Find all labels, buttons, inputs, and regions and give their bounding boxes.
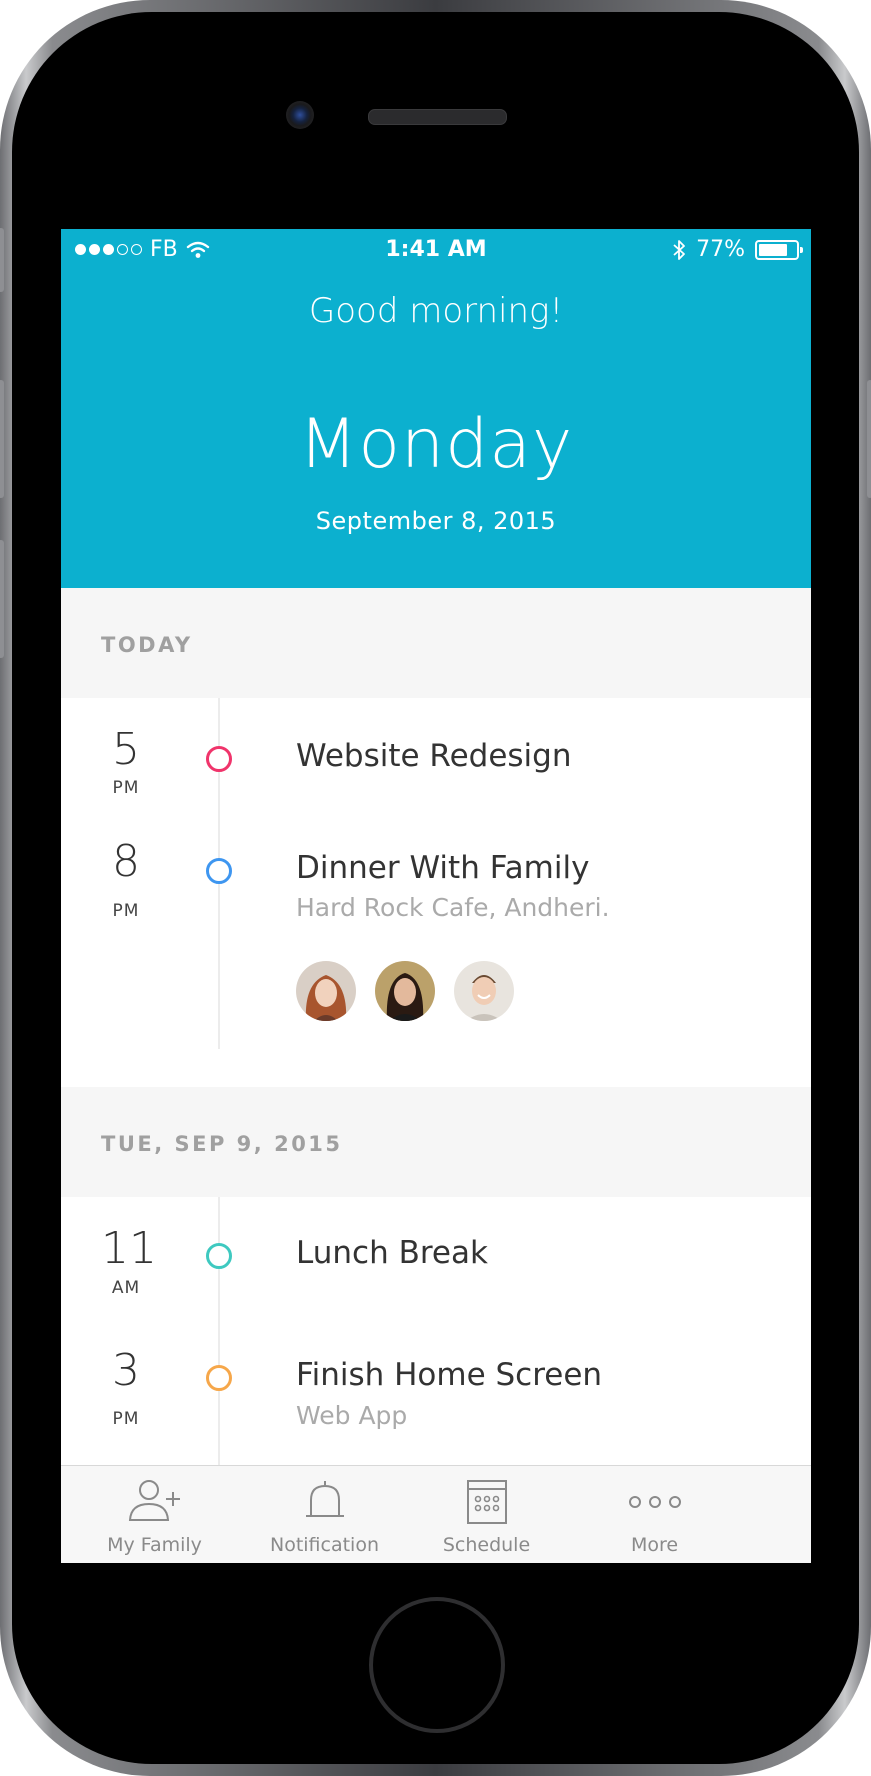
avatar[interactable]	[454, 961, 514, 1021]
status-bar: FB 1:41 AM 77%	[61, 229, 811, 269]
app-screen: FB 1:41 AM 77% Good morning! Monday Sept…	[61, 229, 811, 1563]
event-item[interactable]: 8 PM Dinner With Family Hard Rock Cafe, …	[61, 810, 811, 1049]
event-hour: 11	[101, 1223, 157, 1274]
tab-bar: My Family Notification Schedule More	[61, 1465, 811, 1563]
event-ampm: PM	[112, 1409, 140, 1429]
event-ampm: PM	[112, 778, 140, 798]
event-dot-icon	[206, 1365, 232, 1391]
tab-label: Schedule	[442, 1534, 531, 1556]
mute-switch	[0, 228, 4, 292]
phone-frame: FB 1:41 AM 77% Good morning! Monday Sept…	[0, 0, 871, 1776]
event-hour: 5	[112, 724, 140, 775]
section-header-today: TODAY	[61, 588, 811, 698]
tab-schedule[interactable]: Schedule	[393, 1466, 580, 1563]
greeting: Good morning!	[308, 291, 564, 331]
add-person-icon	[128, 1480, 180, 1521]
event-title: Finish Home Screen	[296, 1357, 603, 1393]
tab-notification[interactable]: Notification	[231, 1466, 418, 1563]
avatar[interactable]	[296, 961, 356, 1021]
event-hour: 3	[112, 1345, 140, 1396]
event-dot-icon	[206, 858, 232, 884]
tab-label: My Family	[107, 1534, 202, 1556]
home-button[interactable]	[369, 1597, 505, 1733]
avatar[interactable]	[375, 961, 435, 1021]
camera-icon	[286, 101, 314, 129]
earpiece-speaker	[368, 109, 507, 125]
tab-my-family[interactable]: My Family	[61, 1466, 248, 1563]
power-button	[867, 380, 871, 498]
status-right: 77%	[672, 237, 803, 262]
volume-down-button	[0, 540, 4, 658]
tab-label: Notification	[269, 1534, 380, 1556]
event-title: Lunch Break	[296, 1235, 488, 1271]
section-header-date: TUE, SEP 9, 2015	[61, 1087, 811, 1197]
section-label: TUE, SEP 9, 2015	[101, 1132, 343, 1156]
header: FB 1:41 AM 77% Good morning! Monday Sept…	[61, 229, 811, 588]
event-item[interactable]: 5 PM Website Redesign	[61, 698, 811, 810]
event-ampm: AM	[111, 1278, 141, 1298]
event-item[interactable]: 11 AM Lunch Break	[61, 1197, 811, 1317]
bluetooth-icon	[673, 239, 685, 260]
event-dot-icon	[206, 746, 232, 772]
tab-more[interactable]: More	[561, 1466, 748, 1563]
battery-fill	[759, 243, 787, 256]
bell-icon	[305, 1481, 344, 1517]
volume-up-button	[0, 380, 4, 498]
battery-percent: 77%	[696, 237, 745, 262]
calendar-grid-icon	[466, 1480, 507, 1524]
event-ampm: PM	[112, 901, 140, 921]
section-label: TODAY	[101, 633, 193, 657]
day-title: Monday	[298, 405, 574, 484]
event-item[interactable]: 3 PM Finish Home Screen Web App	[61, 1317, 811, 1465]
date-subtitle: September 8, 2015	[315, 507, 557, 535]
tab-label: More	[630, 1534, 679, 1556]
event-title: Website Redesign	[296, 738, 572, 774]
event-subtitle: Web App	[296, 1401, 408, 1430]
event-hour: 8	[112, 836, 140, 887]
battery-icon	[755, 239, 803, 260]
event-subtitle: Hard Rock Cafe, Andheri.	[296, 893, 610, 922]
event-title: Dinner With Family	[296, 850, 590, 886]
more-dots-icon	[628, 1496, 681, 1508]
event-dot-icon	[206, 1243, 232, 1269]
